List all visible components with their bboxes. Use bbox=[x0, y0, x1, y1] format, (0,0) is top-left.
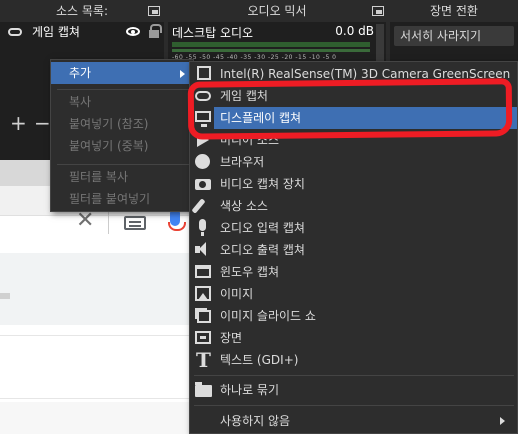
channel-db: 0.0 dB bbox=[335, 24, 374, 38]
submenu-item-text-gdi[interactable]: T 텍스트 (GDI+) bbox=[190, 349, 517, 371]
submenu-item-browser[interactable]: 브라우저 bbox=[190, 151, 517, 173]
window-icon bbox=[195, 265, 211, 278]
add-source-button[interactable]: + bbox=[10, 113, 27, 133]
mixer-dock-title: 오디오 믹서 bbox=[168, 0, 386, 22]
source-context-menu: 추가 복사 붙여넣기 (참조) 붙여넣기 (중복) 필터를 복사 필터를 붙여넣… bbox=[50, 59, 194, 212]
source-item-label: 게임 캡쳐 bbox=[32, 25, 80, 39]
transition-select[interactable]: 서서히 사라지기 bbox=[394, 26, 514, 46]
submenu-item-scene[interactable]: 장면 bbox=[190, 327, 517, 349]
search-divider bbox=[108, 210, 109, 234]
volume-meter-peak bbox=[172, 49, 370, 52]
menu-item-paste-ref[interactable]: 붙여넣기 (참조) bbox=[51, 113, 193, 135]
transitions-dock-title: 장면 전환 bbox=[390, 0, 518, 22]
volume-meter bbox=[172, 42, 370, 47]
submenu-item-video-capture[interactable]: 비디오 캡쳐 장치 bbox=[190, 173, 517, 195]
image-icon bbox=[195, 286, 211, 301]
menu-separator bbox=[194, 375, 514, 376]
folder-icon bbox=[195, 382, 212, 397]
submenu-arrow-icon bbox=[500, 417, 505, 425]
globe-icon bbox=[195, 154, 210, 169]
submenu-item-color-source[interactable]: 색상 소스 bbox=[190, 195, 517, 217]
visibility-eye-icon[interactable] bbox=[126, 27, 140, 36]
menu-separator bbox=[194, 405, 514, 406]
undock-icon[interactable] bbox=[148, 6, 160, 16]
submenu-item-audio-input[interactable]: 오디오 입력 캡쳐 bbox=[190, 217, 517, 239]
box-icon bbox=[197, 66, 211, 80]
mixer-channel: 데스크탑 오디오 0.0 dB bbox=[172, 24, 374, 40]
submenu-item-window-capture[interactable]: 윈도우 캡쳐 bbox=[190, 261, 517, 283]
sources-dock-title: 소스 목록: bbox=[0, 0, 164, 22]
menu-item-add[interactable]: 추가 bbox=[51, 62, 193, 84]
brush-icon bbox=[191, 198, 206, 214]
submenu-item-group[interactable]: 하나로 묶기 bbox=[190, 379, 517, 401]
lock-icon[interactable] bbox=[149, 24, 162, 38]
menu-item-copy[interactable]: 복사 bbox=[51, 91, 193, 113]
slideshow-icon bbox=[197, 310, 211, 323]
remove-source-button[interactable]: − bbox=[34, 113, 51, 133]
submenu-item-deprecated[interactable]: 사용하지 않음 bbox=[190, 410, 517, 432]
submenu-item-audio-output[interactable]: 오디오 출력 캡쳐 bbox=[190, 239, 517, 261]
menu-separator bbox=[57, 89, 189, 90]
menu-item-copy-filters[interactable]: 필터를 복사 bbox=[51, 166, 193, 188]
gamepad-icon bbox=[8, 28, 22, 36]
submenu-item-image[interactable]: 이미지 bbox=[190, 283, 517, 305]
speaker-icon bbox=[195, 242, 206, 256]
microphone-icon bbox=[199, 219, 206, 236]
submenu-arrow-icon bbox=[180, 70, 185, 78]
scene-icon bbox=[195, 331, 211, 344]
keyboard-icon[interactable] bbox=[124, 216, 146, 230]
undock-icon[interactable] bbox=[372, 6, 384, 16]
text-icon: T bbox=[196, 348, 211, 372]
menu-item-paste-filters[interactable]: 필터를 붙여넣기 bbox=[51, 188, 193, 210]
source-item[interactable]: 게임 캡쳐 bbox=[2, 23, 162, 41]
menu-separator bbox=[57, 164, 189, 165]
menu-item-paste-dup[interactable]: 붙여넣기 (중복) bbox=[51, 135, 193, 157]
submenu-item-slideshow[interactable]: 이미지 슬라이드 쇼 bbox=[190, 305, 517, 327]
channel-name: 데스크탑 오디오 bbox=[172, 26, 254, 40]
camera-icon bbox=[195, 179, 211, 190]
red-annotation-outline bbox=[187, 78, 513, 140]
